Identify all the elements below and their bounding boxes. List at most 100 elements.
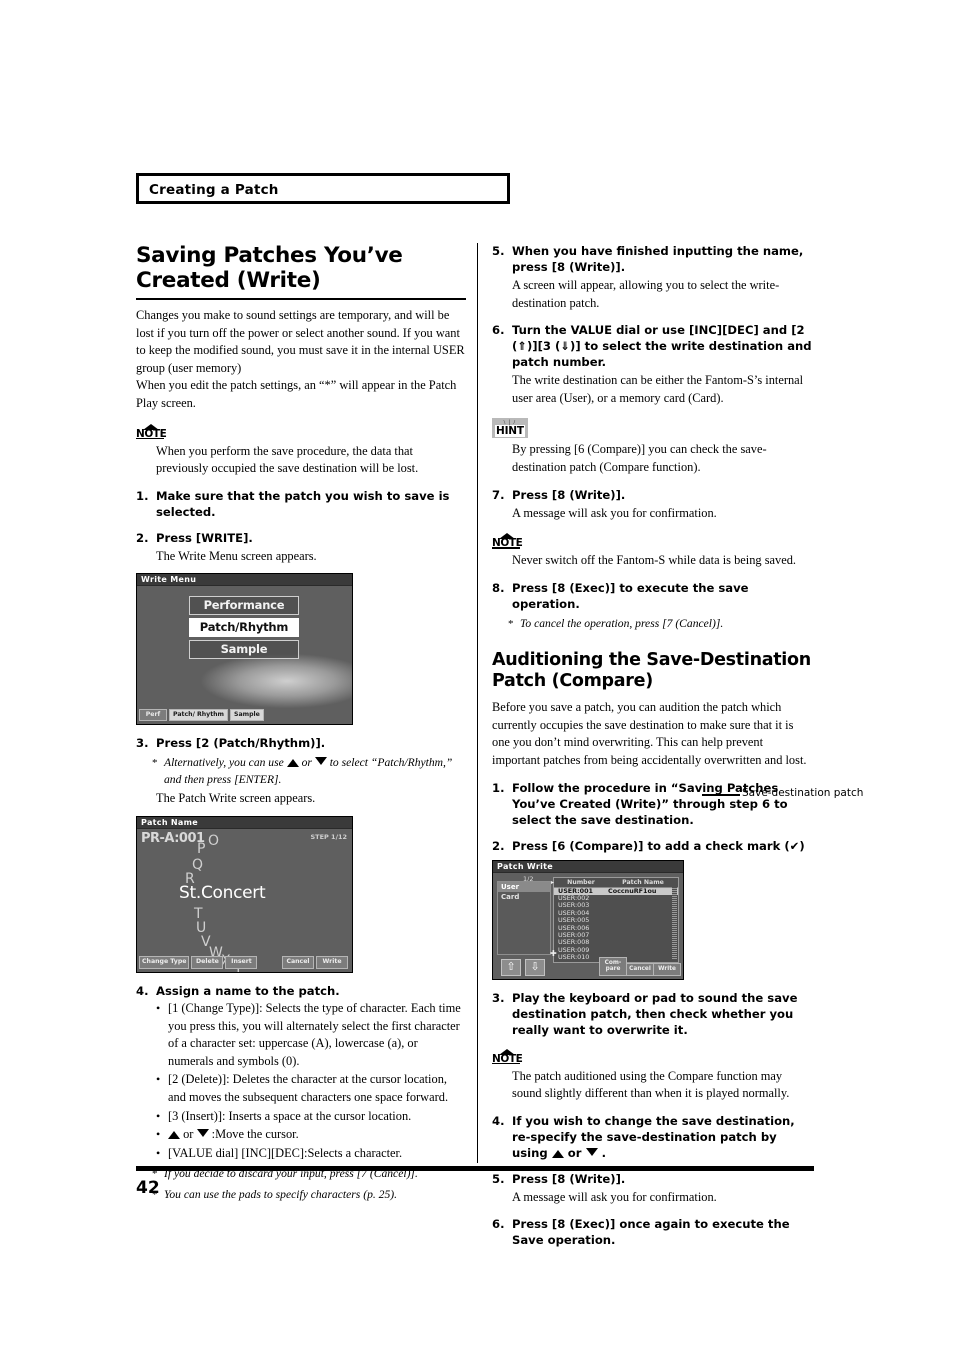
step-2-sub: The Write Menu screen appears.	[156, 548, 317, 563]
patch-write-screenshot: Patch Write 1/2 User Card Number Patch N…	[492, 859, 684, 980]
patch-name-screenshot: Patch Name PR-A:001 STEP 1/12 O P Q R T …	[136, 815, 353, 973]
tab-patch-rhythm[interactable]: Patch/ Rhythm	[169, 708, 229, 722]
hint-icon: \ | / HINT	[492, 418, 528, 439]
step-2-number: 2.	[136, 530, 149, 545]
compare-step-4-number: 4.	[492, 1113, 505, 1128]
note-text-2: Never switch off the Fantom-S while data…	[512, 553, 797, 568]
bullet-marker: •	[156, 1108, 161, 1123]
step-3-sub: The Patch Write screen appears.	[156, 791, 316, 806]
note-callout-3: NOTE The patch auditioned using the Comp…	[492, 1048, 814, 1103]
button-write[interactable]: Write	[653, 963, 681, 976]
callout-leader-line	[702, 794, 740, 796]
note-text-1: When you perform the save procedure, the…	[156, 443, 419, 476]
list-top-marker-icon: ▸	[551, 878, 555, 886]
asterisk-mark: *	[508, 617, 514, 630]
column-divider	[477, 243, 478, 1163]
source-card[interactable]: Card	[498, 892, 550, 902]
chapter-header: Creating a Patch	[136, 173, 510, 204]
button-insert[interactable]: Insert	[225, 956, 258, 969]
step-5: 5. When you have finished inputting the …	[492, 243, 814, 275]
patch-write-source-list: User Card	[497, 880, 551, 955]
button-delete[interactable]: Delete	[191, 956, 224, 969]
char-P[interactable]: P	[197, 841, 205, 857]
compare-step-2: 2. Press [6 (Compare)] to add a check ma…	[492, 838, 814, 854]
row-patch-name	[608, 917, 678, 924]
section-title: Saving Patches You’ve Created (Write)	[136, 243, 403, 293]
left-column: Saving Patches You’ve Created (Write) Ch…	[136, 243, 466, 1203]
footer-rule	[136, 1166, 814, 1171]
row-patch-name	[608, 902, 678, 909]
patch-write-title: Patch Write	[493, 860, 683, 873]
bullet-delete-text: [2 (Delete)]: Deletes the character at t…	[168, 1072, 449, 1104]
column-number: Number	[567, 878, 595, 886]
compare-step-3: 3. Play the keyboard or pad to sound the…	[492, 990, 814, 1038]
step-7-number: 7.	[492, 487, 505, 502]
step-6-text: Turn the VALUE dial or use [INC][DEC] an…	[512, 323, 812, 370]
page-number: 42	[136, 1178, 160, 1198]
patch-name-value[interactable]: St.Concert	[179, 883, 266, 903]
scroll-up-button[interactable]: ⇧	[501, 958, 521, 976]
button-cancel[interactable]: Cancel	[626, 963, 654, 976]
write-menu-item-patch-rhythm[interactable]: Patch/Rhythm	[189, 618, 299, 638]
note-text-3: The patch auditioned using the Compare f…	[512, 1068, 790, 1101]
write-menu-screenshot: Write Menu Performance Patch/Rhythm Samp…	[136, 573, 353, 726]
step-8-asterisk-note: * To cancel the operation, press [7 (Can…	[508, 616, 814, 633]
left-asterisk-note-2: * You can use the pads to specify charac…	[152, 1187, 466, 1204]
bullet-delete: • [2 (Delete)]: Deletes the character at…	[156, 1071, 466, 1106]
write-menu-tab-bar: Perf Patch/ Rhythm Sample	[139, 708, 264, 722]
compare-step-4: 4. If you wish to change the save destin…	[492, 1113, 814, 1161]
button-write[interactable]: Write	[316, 956, 348, 969]
compare-step-5-text: Press [8 (Write)].	[512, 1171, 626, 1186]
scrollbar[interactable]	[672, 886, 677, 959]
step-8-text: Press [8 (Exec)] to execute the save ope…	[512, 580, 749, 611]
step-5-number: 5.	[492, 244, 505, 258]
bullet-value-dial-text: [VALUE dial] [INC][DEC]:Selects a charac…	[168, 1145, 403, 1160]
up-triangle-icon	[551, 1149, 564, 1158]
row-patch-name	[608, 910, 678, 917]
chapter-title: Creating a Patch	[149, 182, 279, 198]
step-6: 6. Turn the VALUE dial or use [INC][DEC]…	[492, 322, 814, 370]
write-menu-item-list: Performance Patch/Rhythm Sample	[189, 596, 299, 662]
tab-sample[interactable]: Sample	[230, 708, 264, 722]
button-cancel[interactable]: Cancel	[282, 956, 314, 969]
step-8-note-text: To cancel the operation, press [7 (Cance…	[520, 616, 724, 630]
callout-label: Save-destination patch	[742, 787, 864, 799]
row-patch-name	[608, 932, 678, 939]
step-3-note-a: Alternatively, you can use	[164, 756, 284, 770]
note-icon: NOTE	[492, 533, 523, 550]
note-callout-2: NOTE Never switch off the Fantom-S while…	[492, 533, 814, 570]
step-3-text: Press [2 (Patch/Rhythm)].	[156, 736, 326, 751]
row-patch-name: CoccnuRF1ou	[608, 886, 657, 895]
compare-step-2-number: 2.	[492, 838, 505, 853]
button-compare[interactable]: Com- pare	[599, 956, 627, 976]
tab-perf[interactable]: Perf	[139, 708, 167, 722]
step-3-note-or: or	[301, 756, 312, 770]
button-change-type[interactable]: Change Type	[139, 956, 190, 969]
down-triangle-icon	[314, 757, 327, 766]
patch-write-list[interactable]: Number Patch Name USER:001 CoccnuRF1ou U…	[553, 876, 679, 963]
note-callout-1: NOTE When you perform the save procedure…	[136, 423, 466, 478]
source-user[interactable]: User	[498, 881, 550, 892]
row-patch-name	[608, 925, 678, 932]
write-menu-item-performance[interactable]: Performance	[189, 596, 299, 616]
hint-callout: \ | / HINT By pressing [6 (Compare)] you…	[492, 418, 814, 476]
char-O[interactable]: O	[208, 833, 219, 849]
up-triangle-icon	[168, 1131, 180, 1140]
bullet-insert: • [3 (Insert)]: Inserts a space at the c…	[156, 1108, 466, 1126]
step-3: 3. Press [2 (Patch/Rhythm)].	[136, 735, 466, 751]
note-icon: NOTE	[136, 423, 167, 441]
compare-step-6-text: Press [8 (Exec)] once again to execute t…	[512, 1217, 790, 1248]
step-1: 1. Make sure that the patch you wish to …	[136, 488, 466, 520]
step-5-text: When you have finished inputting the nam…	[512, 244, 804, 274]
step-7: 7. Press [8 (Write)].	[492, 487, 814, 503]
scroll-down-button[interactable]: ⇩	[525, 958, 545, 976]
bullet-marker: •	[156, 1072, 161, 1087]
step-4-text: Assign a name to the patch.	[156, 983, 340, 998]
compare-step-4-or: or	[567, 1145, 582, 1160]
write-menu-item-sample[interactable]: Sample	[189, 640, 299, 660]
step-6-number: 6.	[492, 323, 505, 338]
bullet-value-dial: • [VALUE dial] [INC][DEC]:Selects a char…	[156, 1145, 466, 1163]
down-triangle-icon	[585, 1147, 598, 1156]
step-1-number: 1.	[136, 488, 149, 503]
step-3-number: 3.	[136, 736, 149, 751]
